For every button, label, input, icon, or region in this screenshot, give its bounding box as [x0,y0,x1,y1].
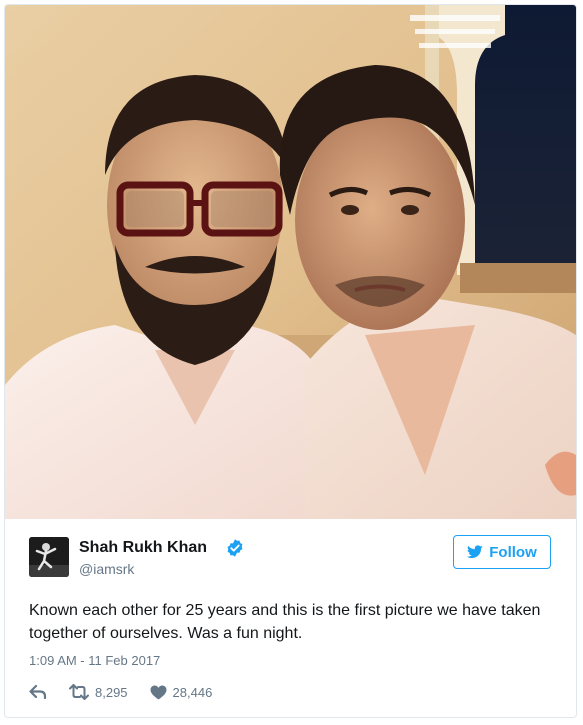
tweet-text: Known each other for 25 years and this i… [29,602,541,642]
tweet-header: Shah Rukh Khan @iamsrk Follow [29,535,559,583]
tweet-photo[interactable] [5,5,576,519]
reply-arrow-icon [29,684,47,700]
follow-button[interactable]: Follow [453,535,551,569]
retweet-count: 8,295 [95,684,128,700]
avatar-image [29,537,69,577]
avatar[interactable] [29,537,69,577]
handle[interactable]: @iamsrk [79,561,134,577]
selfie-photo [5,5,576,519]
tweet-actions: 8,295 28,446 [29,681,234,703]
reply-button[interactable] [29,684,47,700]
retweet-button[interactable]: 8,295 [69,684,128,700]
follow-label: Follow [489,543,537,561]
twitter-bird-icon [467,545,483,559]
tweet-card: Shah Rukh Khan @iamsrk Follow Known each… [4,4,577,718]
heart-icon [150,685,167,699]
display-name[interactable]: Shah Rukh Khan [79,539,207,557]
like-count: 28,446 [172,684,213,700]
like-button[interactable]: 28,446 [150,684,213,700]
verified-badge-icon [227,539,243,557]
timestamp[interactable]: 1:09 AM - 11 Feb 2017 [29,653,160,668]
retweet-icon [69,684,89,700]
